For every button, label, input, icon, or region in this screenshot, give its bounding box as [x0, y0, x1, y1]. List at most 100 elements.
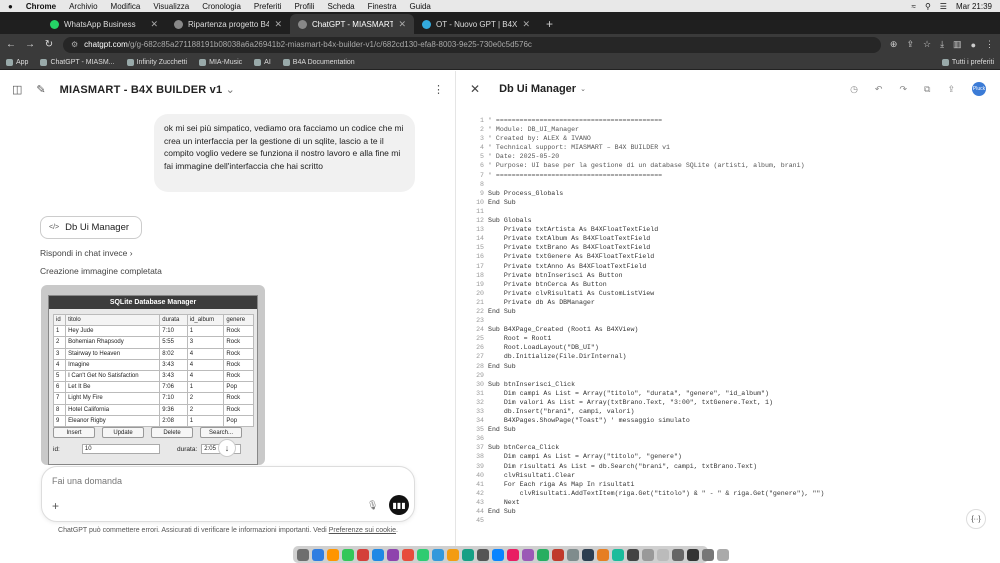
download-icon[interactable]: ⤓	[940, 39, 944, 50]
back-icon[interactable]: ←	[6, 39, 16, 50]
menu-scheda[interactable]: Scheda	[327, 2, 354, 11]
dock-app-icon[interactable]	[372, 548, 384, 561]
tab-whatsapp[interactable]: WhatsApp Business ✕	[42, 14, 166, 34]
close-canvas-icon[interactable]: ✕	[470, 82, 480, 96]
dock-app-icon[interactable]	[552, 548, 564, 561]
dock-app-icon[interactable]	[582, 548, 594, 561]
voice-mode-button[interactable]: ▮▮▮	[389, 495, 409, 515]
bookmark-chatgpt[interactable]: ChatGPT - MIASM...	[40, 58, 115, 66]
bookmark-app[interactable]: App	[6, 58, 28, 66]
bookmark-mia-music[interactable]: MIA-Music	[199, 58, 242, 66]
dock-app-icon[interactable]	[477, 548, 489, 561]
bookmark-b4a-docs[interactable]: B4A Documentation	[282, 58, 355, 66]
browser-menu-icon[interactable]: ⋮	[985, 39, 994, 50]
tab-close-icon[interactable]: ✕	[274, 19, 282, 30]
reload-icon[interactable]: ↻	[44, 39, 54, 50]
share-icon[interactable]: ⇪	[947, 84, 955, 95]
tab-chatgpt-miasmart[interactable]: ChatGPT - MIASMART - B4X B ✕	[290, 14, 414, 34]
dock-app-icon[interactable]	[717, 548, 729, 561]
code-actions-button[interactable]: {··}	[966, 509, 986, 529]
menu-guida[interactable]: Guida	[410, 2, 431, 11]
dock-app-icon[interactable]	[672, 548, 684, 561]
dock-app-icon[interactable]	[642, 548, 654, 561]
dock-app-icon[interactable]	[312, 548, 324, 561]
dock-app-icon[interactable]	[612, 548, 624, 561]
bookmark-all[interactable]: Tutti i preferiti	[941, 58, 994, 66]
control-center-icon[interactable]: ☰	[940, 2, 947, 11]
address-bar[interactable]: ⚙ chatgpt.com/g/g-682c85a271188191b08038…	[63, 36, 881, 53]
bookmark-infinity[interactable]: Infinity Zucchetti	[126, 58, 187, 66]
dock-app-icon[interactable]	[507, 548, 519, 561]
menu-visualizza[interactable]: Visualizza	[153, 2, 189, 11]
dock-app-icon[interactable]	[417, 548, 429, 561]
canvas-code-pane: ✕ Db Ui Manager ⌄ ◷ ↶ ↷ ⧉ ⇪ Pluck 1 ' ===…	[456, 71, 1000, 546]
share-icon[interactable]: ⇪	[906, 39, 914, 50]
forward-icon[interactable]: →	[25, 39, 35, 50]
dock-app-icon[interactable]	[522, 548, 534, 561]
dock-app-icon[interactable]	[492, 548, 504, 561]
code-editor[interactable]: 1 ' =====================================…	[456, 116, 1000, 525]
prompt-input[interactable]	[52, 476, 352, 486]
app-menu[interactable]: Chrome	[26, 2, 56, 11]
bookmark-star-icon[interactable]: ☆	[923, 39, 931, 50]
dock-app-icon[interactable]	[357, 548, 369, 561]
canvas-open-button[interactable]: </> Db Ui Manager	[40, 216, 142, 239]
menubar-clock[interactable]: Mar 21:39	[956, 2, 992, 11]
dock-app-icon[interactable]	[387, 548, 399, 561]
menu-profili[interactable]: Profili	[294, 2, 314, 11]
new-tab-button[interactable]: +	[538, 14, 561, 34]
more-options-icon[interactable]: ⋮	[433, 83, 444, 96]
redo-icon[interactable]: ↷	[899, 84, 907, 95]
dock-app-icon[interactable]	[597, 548, 609, 561]
dock-app-icon[interactable]	[342, 548, 354, 561]
tab-close-icon[interactable]: ✕	[398, 19, 406, 30]
tab-ot-b4x[interactable]: OT - Nuovo GPT | B4X Progra ✕	[414, 14, 538, 34]
attach-plus-button[interactable]: +	[52, 499, 59, 513]
history-icon[interactable]: ◷	[850, 84, 858, 95]
chevron-down-icon[interactable]: ⌄	[580, 85, 586, 93]
profile-avatar[interactable]: ●	[971, 40, 976, 50]
dock-app-icon[interactable]	[567, 548, 579, 561]
dock-app-icon[interactable]	[297, 548, 309, 561]
dock-app-icon[interactable]	[447, 548, 459, 561]
dock-app-icon[interactable]	[687, 548, 699, 561]
search-icon[interactable]: ⚲	[925, 2, 931, 11]
dock-app-icon[interactable]	[537, 548, 549, 561]
code-line: 33 db.Insert("brani", campi, valori)	[456, 407, 1000, 416]
dock-app-icon[interactable]	[657, 548, 669, 561]
menu-cronologia[interactable]: Cronologia	[202, 2, 241, 11]
dock-app-icon[interactable]	[462, 548, 474, 561]
menu-preferiti[interactable]: Preferiti	[254, 2, 282, 11]
chat-title[interactable]: MIASMART - B4X BUILDER v1 ⌄	[60, 83, 235, 96]
code-line: 14 Private txtAlbum As B4XFloatTextField	[456, 234, 1000, 243]
tab-close-icon[interactable]: ✕	[522, 19, 530, 30]
sidebar-icon[interactable]: ▥	[953, 39, 962, 50]
user-avatar[interactable]: Pluck	[972, 82, 986, 96]
reply-in-chat-link[interactable]: Rispondi in chat invece ›	[40, 248, 133, 258]
scroll-down-button[interactable]: ↓	[218, 439, 236, 457]
undo-icon[interactable]: ↶	[875, 84, 883, 95]
canvas-title[interactable]: Db Ui Manager	[499, 83, 576, 95]
menu-modifica[interactable]: Modifica	[111, 2, 141, 11]
menu-finestra[interactable]: Finestra	[368, 2, 397, 11]
code-line: 19 Private btnCerca As Button	[456, 280, 1000, 289]
site-info-icon[interactable]: ⚙	[71, 40, 78, 49]
copy-icon[interactable]: ⧉	[924, 84, 930, 95]
dock-app-icon[interactable]	[327, 548, 339, 561]
bookmark-ai[interactable]: AI	[254, 58, 271, 66]
microphone-icon[interactable]: 🎙	[367, 500, 378, 511]
zoom-icon[interactable]: ⊕	[890, 39, 898, 50]
apple-menu-icon[interactable]: ●	[8, 2, 13, 11]
sidebar-toggle-icon[interactable]: ◫	[12, 83, 22, 96]
cookie-preferences-link[interactable]: Preferenze sui cookie	[329, 527, 396, 534]
dock-app-icon[interactable]	[432, 548, 444, 561]
dock-app-icon[interactable]	[627, 548, 639, 561]
tab-close-icon[interactable]: ✕	[150, 19, 158, 30]
tab-ripartenza[interactable]: Ripartenza progetto B4X ✕	[166, 14, 290, 34]
new-chat-icon[interactable]: ✎	[36, 83, 45, 96]
dock-app-icon[interactable]	[402, 548, 414, 561]
wifi-icon[interactable]: ≈	[912, 2, 916, 11]
menu-archivio[interactable]: Archivio	[69, 2, 97, 11]
generated-image[interactable]: SQLite Database Manager id titolo durata id…	[41, 285, 265, 465]
dock-app-icon[interactable]	[702, 548, 714, 561]
